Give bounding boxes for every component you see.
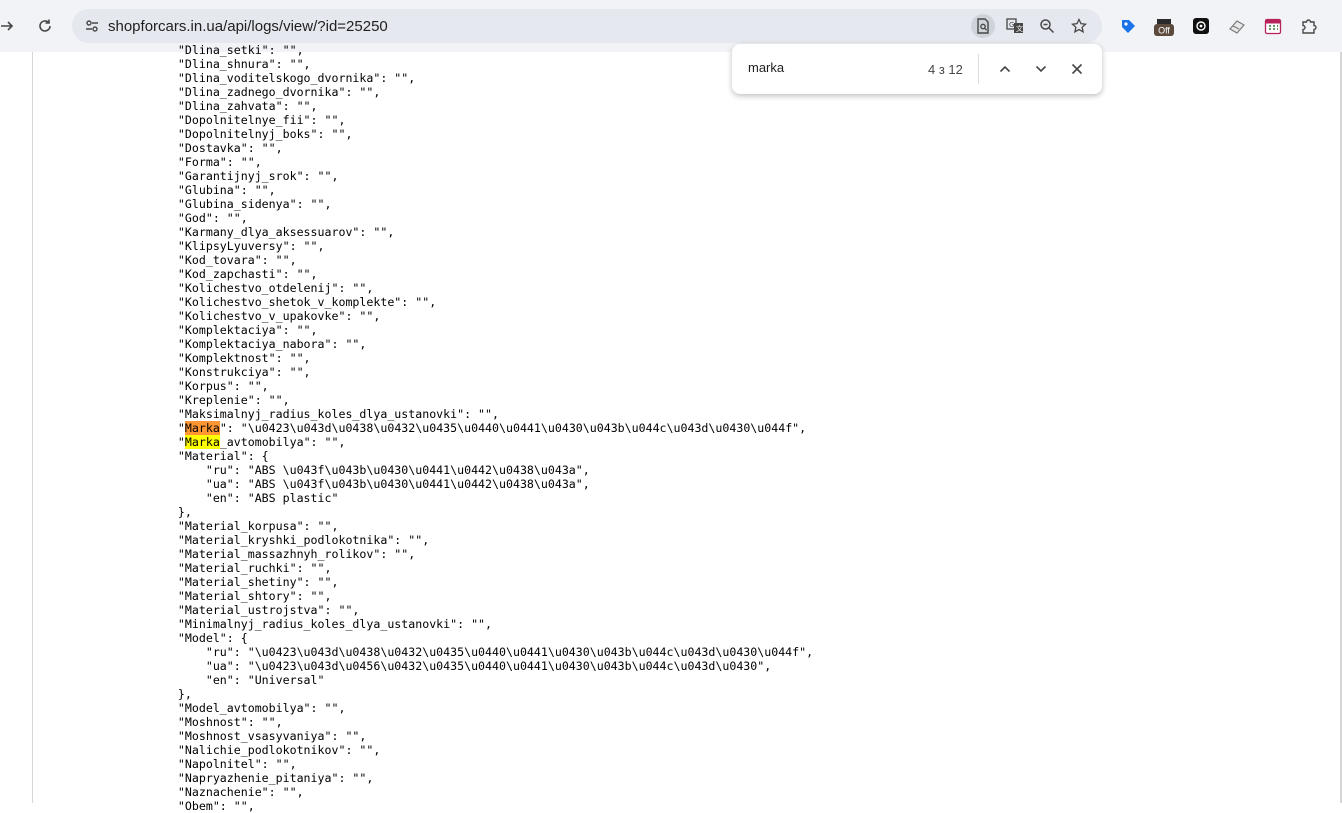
reload-icon[interactable] — [32, 13, 58, 39]
code-line: "Material_ustrojstva": "", — [150, 603, 360, 617]
code-line: "Napolnitel": "", — [150, 757, 297, 771]
code-line: "Model": { — [150, 631, 248, 645]
close-icon — [1071, 63, 1083, 75]
extension-eraser-icon[interactable] — [1225, 14, 1249, 38]
code-line: }, — [150, 505, 192, 519]
extension-calendar-icon[interactable] — [1261, 14, 1285, 38]
code-line: "Kolichestvo_otdelenij": "", — [150, 281, 374, 295]
code-line: "en": "ABS plastic" — [150, 491, 339, 505]
forward-icon[interactable] — [0, 13, 20, 39]
svg-text:G: G — [1009, 21, 1014, 29]
find-match-highlight: Marka — [184, 435, 220, 449]
code-line: "Moshnost": "", — [150, 715, 283, 729]
bookmark-star-icon[interactable] — [1067, 14, 1091, 38]
find-divider — [978, 54, 979, 84]
code-line: "Komplektaciya": "", — [150, 323, 318, 337]
code-line: "Dopolnitelnyj_boks": "", — [150, 127, 353, 141]
code-line: "Material_kryshki_podlokotnika": "", — [150, 533, 430, 547]
code-line: "Kreplenie": "", — [150, 393, 290, 407]
code-line: "Minimalnyj_radius_koles_dlya_ustanovki"… — [150, 617, 493, 631]
address-bar[interactable]: shopforcars.in.ua/api/logs/view/?id=2525… — [72, 9, 1102, 43]
left-gutter — [0, 52, 33, 803]
code-line: "Dostavka": "", — [150, 141, 283, 155]
translate-icon[interactable]: G文 — [1003, 14, 1027, 38]
code-line: "ru": "ABS \u043f\u043b\u0430\u0441\u044… — [150, 463, 590, 477]
find-match-count: 4 з 12 — [928, 62, 963, 77]
code-line: "Moshnost_vsasyvaniya": "", — [150, 729, 367, 743]
code-line: "Napryazhenie_pitaniya": "", — [150, 771, 374, 785]
code-line: }, — [150, 687, 192, 701]
find-in-page-icon[interactable] — [971, 14, 995, 38]
extensions-puzzle-icon[interactable] — [1297, 14, 1321, 38]
site-info-icon[interactable] — [80, 14, 104, 38]
code-line: "Maksimalnyj_radius_koles_dlya_ustanovki… — [150, 407, 500, 421]
page-content: "Dlina_setki": "", "Dlina_shnura": "", "… — [0, 43, 1342, 813]
find-bar: 4 з 12 — [732, 44, 1102, 94]
code-line: "KlipsyLyuversy": "", — [150, 239, 325, 253]
code-line: "Glubina_sidenya": "", — [150, 197, 332, 211]
code-line: "Konstrukciya": "", — [150, 365, 311, 379]
extension-chatgpt-icon[interactable] — [1189, 14, 1213, 38]
code-line: "Glubina": "", — [150, 183, 276, 197]
code-line: "Material_ruchki": "", — [150, 561, 332, 575]
code-line: "Marka_avtomobilya": "", — [150, 435, 346, 449]
extension-off-icon[interactable]: Off — [1152, 14, 1176, 38]
code-line: "Komplektaciya_nabora": "", — [150, 337, 367, 351]
code-line: "Material_massazhnyh_rolikov": "", — [150, 547, 416, 561]
find-input[interactable] — [748, 60, 898, 75]
code-line: "ru": "\u0423\u043d\u0438\u0432\u0435\u0… — [150, 645, 814, 659]
svg-text:文: 文 — [1016, 24, 1023, 33]
find-previous-button[interactable] — [993, 57, 1017, 81]
code-line: "Model_avtomobilya": "", — [150, 701, 346, 715]
code-line: "Kod_zapchasti": "", — [150, 267, 318, 281]
code-line: "God": "", — [150, 211, 248, 225]
code-line: "Dlina_setki": "", — [150, 43, 304, 57]
code-line: "Korpus": "", — [150, 379, 269, 393]
code-line: "Material_shtory": "", — [150, 589, 332, 603]
code-line: "en": "Universal" — [150, 673, 325, 687]
zoom-icon[interactable] — [1035, 14, 1059, 38]
code-line: "Material_shetiny": "", — [150, 575, 339, 589]
code-line: "Dlina_zahvata": "", — [150, 99, 318, 113]
extension-badge-text: Off — [1158, 26, 1170, 36]
json-log-viewer: "Dlina_setki": "", "Dlina_shnura": "", "… — [150, 43, 813, 813]
code-line: "Kolichestvo_v_upakovke": "", — [150, 309, 381, 323]
extension-tag-icon[interactable] — [1116, 14, 1140, 38]
code-line: "Kod_tovara": "", — [150, 253, 297, 267]
code-line: "Nalichie_podlokotnikov": "", — [150, 743, 381, 757]
code-line: "ua": "ABS \u043f\u043b\u0430\u0441\u044… — [150, 477, 590, 491]
code-line: "Garantijnyj_srok": "", — [150, 169, 339, 183]
chevron-up-icon — [999, 65, 1011, 73]
code-line: "Dlina_voditelskogo_dvornika": "", — [150, 71, 416, 85]
code-line: "Komplektnost": "", — [150, 351, 311, 365]
code-line: "Dlina_shnura": "", — [150, 57, 311, 71]
find-match-highlight: Marka — [184, 421, 220, 435]
chevron-down-icon — [1035, 65, 1047, 73]
code-line: "Forma": "", — [150, 155, 262, 169]
find-next-button[interactable] — [1029, 57, 1053, 81]
code-line: "ua": "\u0423\u043d\u0456\u0432\u0435\u0… — [150, 659, 772, 673]
code-line: "Marka": "\u0423\u043d\u0438\u0432\u0435… — [150, 421, 807, 435]
code-line: "Dlina_zadnego_dvornika": "", — [150, 85, 381, 99]
code-line: "Obem": "", — [150, 799, 255, 813]
find-close-button[interactable] — [1065, 57, 1089, 81]
code-line: "Kolichestvo_shetok_v_komplekte": "", — [150, 295, 437, 309]
url-text[interactable]: shopforcars.in.ua/api/logs/view/?id=2525… — [108, 18, 388, 35]
code-line: "Material_korpusa": "", — [150, 519, 339, 533]
code-line: "Naznachenie": "", — [150, 785, 304, 799]
code-line: "Karmany_dlya_aksessuarov": "", — [150, 225, 395, 239]
code-line: "Dopolnitelnye_fii": "", — [150, 113, 346, 127]
code-line: "Material": { — [150, 449, 269, 463]
